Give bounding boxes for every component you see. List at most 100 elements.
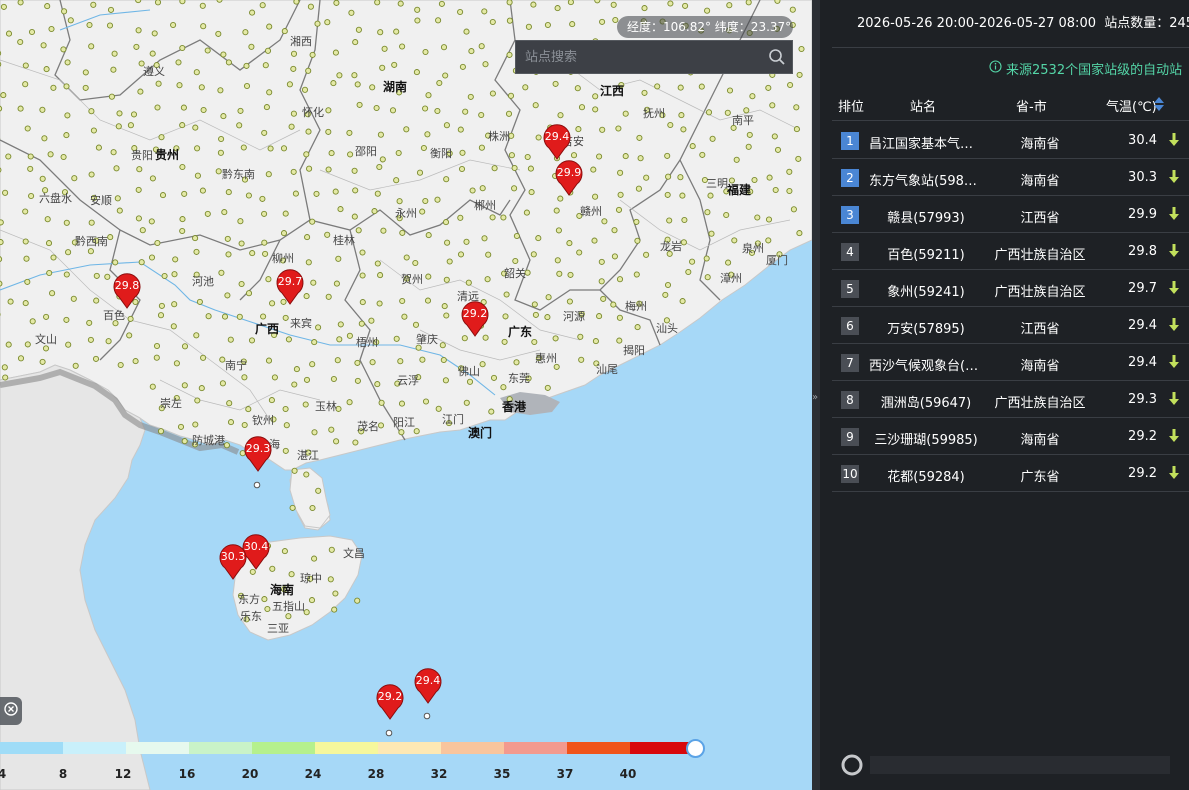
station-dot[interactable] (261, 129, 268, 136)
station-dot[interactable] (137, 88, 144, 95)
station-dot[interactable] (414, 6, 421, 13)
station-dot[interactable] (798, 45, 805, 53)
station-dot[interactable] (177, 423, 185, 430)
station-dot[interactable] (0, 256, 3, 263)
temp-marker[interactable]: 29.2 (460, 301, 490, 337)
station-dot[interactable] (158, 302, 165, 309)
station-dot[interactable] (44, 216, 51, 223)
station-dot[interactable] (443, 176, 450, 183)
station-dot[interactable] (65, 249, 72, 256)
station-dot[interactable] (331, 606, 338, 613)
search-input[interactable] (516, 41, 762, 73)
station-dot[interactable] (544, 21, 551, 29)
station-dot[interactable] (337, 321, 344, 328)
station-dot[interactable] (356, 101, 363, 108)
station-dot[interactable] (88, 108, 95, 115)
station-dot[interactable] (377, 272, 384, 279)
station-dot[interactable] (507, 92, 515, 99)
station-dot[interactable] (412, 259, 419, 267)
station-dot[interactable] (414, 17, 421, 24)
station-dot[interactable] (532, 311, 539, 318)
station-dot[interactable] (598, 278, 605, 285)
station-dot[interactable] (333, 280, 340, 287)
station-dot[interactable] (82, 84, 89, 91)
station-dot[interactable] (301, 86, 309, 93)
station-dot[interactable] (192, 124, 199, 131)
station-dot[interactable] (457, 126, 464, 133)
station-dot[interactable] (506, 0, 513, 6)
station-dot[interactable] (643, 174, 650, 181)
station-dot[interactable] (481, 8, 488, 15)
station-dot[interactable] (528, 189, 535, 196)
station-dot[interactable] (374, 381, 381, 388)
station-dot[interactable] (291, 467, 298, 474)
station-dot[interactable] (67, 17, 74, 24)
station-dot[interactable] (135, 27, 142, 34)
station-dot[interactable] (685, 268, 692, 276)
station-dot[interactable] (261, 596, 268, 603)
station-dot[interactable] (325, 166, 332, 173)
station-dot[interactable] (704, 274, 711, 281)
station-dot[interactable] (689, 143, 696, 150)
map-basemap[interactable] (0, 0, 812, 790)
station-dot[interactable] (441, 303, 448, 310)
station-dot[interactable] (47, 151, 54, 158)
station-dot[interactable] (513, 359, 520, 366)
station-dot[interactable] (682, 2, 689, 9)
station-dot[interactable] (489, 18, 496, 26)
station-dot[interactable] (154, 104, 161, 111)
station-dot[interactable] (352, 187, 359, 194)
station-dot[interactable] (578, 104, 586, 111)
station-dot[interactable] (636, 134, 643, 141)
station-dot[interactable] (376, 163, 383, 171)
station-dot[interactable] (446, 258, 453, 265)
station-dot[interactable] (503, 291, 510, 298)
station-dot[interactable] (347, 151, 354, 158)
station-dot[interactable] (311, 429, 318, 436)
station-dot[interactable] (443, 312, 450, 319)
station-dot[interactable] (92, 355, 100, 362)
station-dot[interactable] (135, 0, 142, 4)
station-dot[interactable] (65, 341, 72, 348)
station-dot[interactable] (665, 173, 672, 180)
station-dot[interactable] (459, 149, 466, 156)
station-dot[interactable] (796, 230, 803, 237)
station-dot[interactable] (677, 84, 684, 91)
station-dot[interactable] (575, 126, 582, 133)
station-dot[interactable] (424, 131, 431, 138)
station-dot[interactable] (221, 313, 229, 320)
station-dot[interactable] (373, 104, 380, 112)
station-dot[interactable] (93, 297, 100, 304)
station-dot[interactable] (330, 375, 337, 383)
station-dot[interactable] (359, 249, 366, 256)
station-dot[interactable] (398, 400, 406, 407)
station-dot[interactable] (17, 38, 24, 46)
station-dot[interactable] (5, 153, 12, 160)
station-dot[interactable] (332, 49, 339, 56)
station-dot[interactable] (333, 438, 340, 445)
station-dot[interactable] (292, 190, 299, 197)
station-dot[interactable] (192, 235, 199, 242)
station-dot[interactable] (245, 290, 253, 297)
station-dot[interactable] (765, 237, 772, 244)
station-dot[interactable] (104, 273, 111, 280)
station-dot[interactable] (39, 175, 46, 182)
station-dot[interactable] (132, 358, 139, 365)
station-dot[interactable] (243, 62, 250, 69)
station-dot[interactable] (172, 256, 179, 263)
station-dot[interactable] (598, 258, 605, 265)
station-dot[interactable] (469, 187, 476, 194)
station-dot[interactable] (600, 295, 607, 302)
station-dot[interactable] (594, 0, 601, 4)
station-dot[interactable] (617, 169, 624, 176)
station-dot[interactable] (139, 227, 146, 234)
station-dot[interactable] (544, 314, 551, 321)
station-dot[interactable] (641, 89, 648, 96)
station-dot[interactable] (149, 175, 156, 182)
station-dot[interactable] (680, 239, 687, 246)
search-icon[interactable] (762, 42, 792, 72)
station-dot[interactable] (88, 171, 95, 178)
station-dot[interactable] (393, 177, 400, 184)
station-dot[interactable] (678, 112, 685, 119)
station-dot[interactable] (377, 422, 385, 429)
